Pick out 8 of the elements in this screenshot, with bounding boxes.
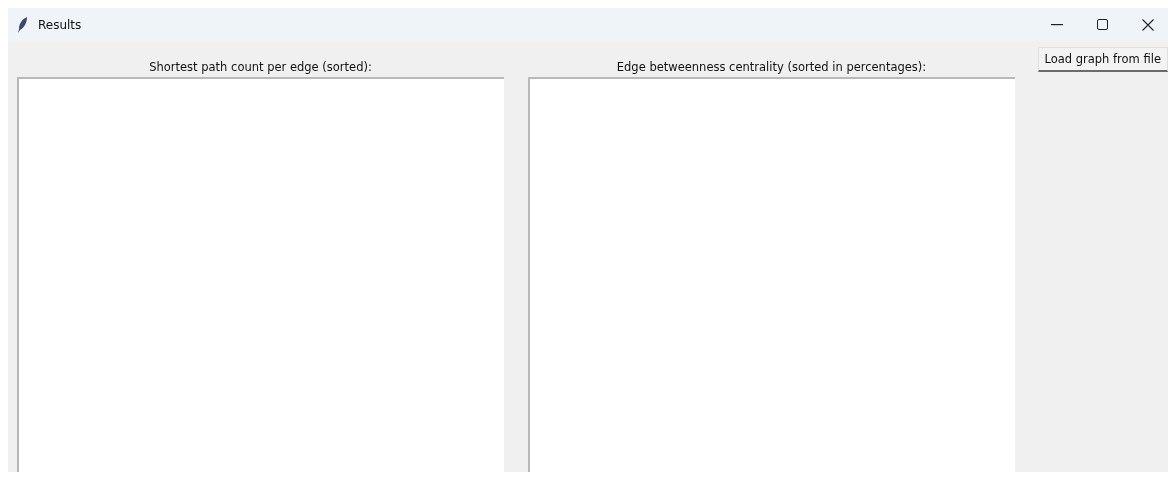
load-button[interactable]: Load graph from file	[1037, 47, 1168, 72]
feather-icon	[18, 16, 28, 33]
list-label: Edge betweenness centrality (sorted in percentages):	[616, 59, 927, 76]
window-title: Results	[38, 17, 82, 32]
maximize-icon[interactable]	[1097, 19, 1108, 30]
close-icon[interactable]	[1142, 18, 1154, 31]
minimize-icon[interactable]	[1051, 23, 1063, 26]
list-label: Shortest path count per edge (sorted):	[149, 59, 372, 76]
